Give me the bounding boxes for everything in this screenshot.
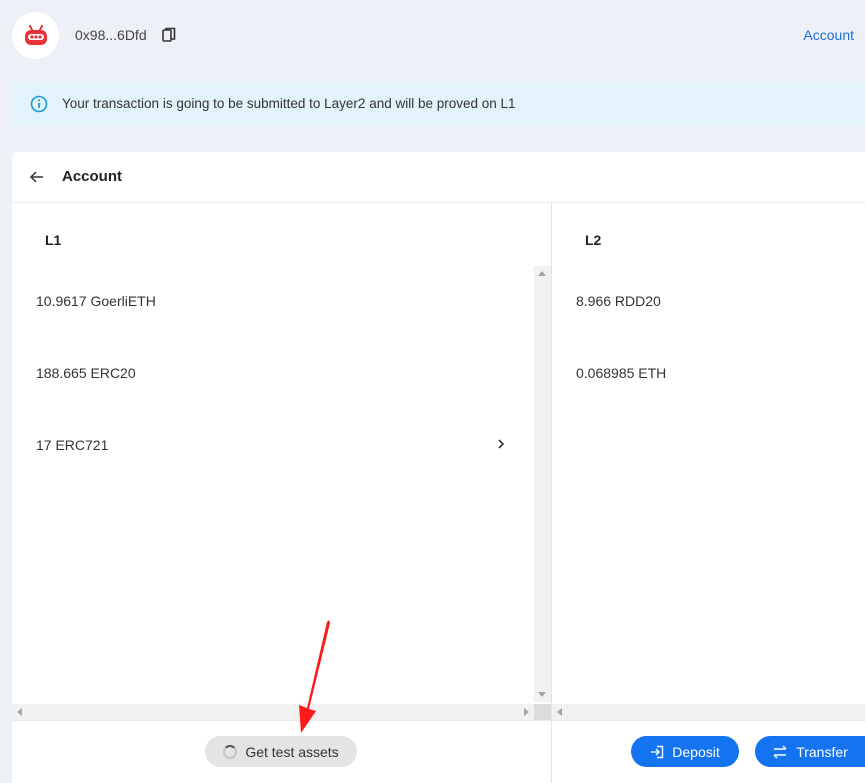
- copy-icon[interactable]: [162, 27, 176, 43]
- scroll-right-icon[interactable]: [524, 708, 529, 716]
- l2-asset-rdd20: 8.966 RDD20: [576, 293, 661, 309]
- l1-vertical-scrollbar[interactable]: [534, 266, 551, 702]
- scroll-left-icon[interactable]: [17, 708, 22, 716]
- l2-horizontal-scrollbar[interactable]: [552, 704, 865, 720]
- info-alert: Your transaction is going to be submitte…: [12, 82, 865, 126]
- get-test-assets-label: Get test assets: [245, 743, 339, 760]
- deposit-button[interactable]: Deposit: [631, 736, 739, 767]
- transfer-label: Transfer: [796, 743, 848, 760]
- transfer-icon: [773, 744, 787, 759]
- deposit-label: Deposit: [672, 743, 720, 760]
- deposit-icon: [651, 745, 664, 758]
- l2-asset-eth: 0.068985 ETH: [576, 365, 667, 381]
- alert-message: Your transaction is going to be submitte…: [62, 96, 516, 111]
- back-arrow-icon[interactable]: [28, 168, 46, 186]
- l2-heading: L2: [585, 232, 602, 248]
- column-divider: [551, 203, 552, 783]
- avatar[interactable]: [12, 12, 59, 59]
- wallet-address: 0x98...6Dfd: [75, 27, 147, 43]
- info-icon: [30, 95, 48, 113]
- top-header: 0x98...6Dfd Account: [0, 0, 865, 72]
- chevron-right-icon[interactable]: [495, 437, 507, 451]
- l1-asset-erc721[interactable]: 17 ERC721: [36, 437, 108, 453]
- l1-heading: L1: [45, 232, 62, 248]
- card-header: Account: [12, 152, 865, 203]
- l1-asset-erc20: 188.665 ERC20: [36, 365, 136, 381]
- account-link[interactable]: Account: [803, 27, 854, 43]
- transfer-button[interactable]: Transfer: [755, 736, 865, 767]
- scrollbar-corner: [534, 704, 551, 720]
- scroll-up-icon[interactable]: [538, 271, 546, 276]
- scroll-left-icon[interactable]: [557, 708, 562, 716]
- footer-divider: [12, 720, 865, 721]
- scroll-down-icon[interactable]: [538, 692, 546, 697]
- robot-logo-icon: [24, 24, 47, 45]
- get-test-assets-button[interactable]: Get test assets: [205, 736, 357, 767]
- l1-horizontal-scrollbar[interactable]: [12, 704, 534, 720]
- account-card: Account L1 10.9617 GoerliETH 188.665 ERC…: [12, 152, 865, 783]
- l1-asset-goerlieth: 10.9617 GoerliETH: [36, 293, 156, 309]
- loading-spinner-icon: [223, 744, 238, 759]
- page-title: Account: [62, 168, 122, 185]
